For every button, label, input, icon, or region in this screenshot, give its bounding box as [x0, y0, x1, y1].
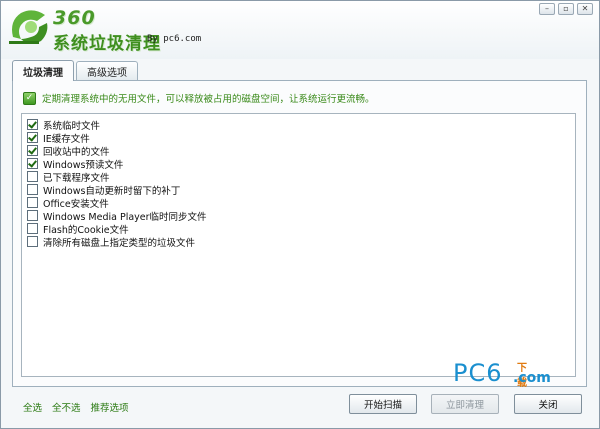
item-label: 清除所有磁盘上指定类型的垃圾文件 [43, 237, 196, 249]
checkbox[interactable] [27, 184, 38, 195]
list-item[interactable]: 已下载程序文件 [22, 170, 575, 184]
list-item[interactable]: Office安装文件 [22, 196, 575, 210]
app-window: 360 系统垃圾清理 By pc6.com – ▫ ✕ 垃圾清理 高级选项 ✓ … [0, 0, 600, 429]
main-panel: ✓ 定期清理系统中的无用文件，可以释放被占用的磁盘空间，让系统运行更流畅。 系统… [12, 80, 587, 387]
by-credit: By pc6.com [147, 34, 202, 44]
tab-advanced-options[interactable]: 高级选项 [76, 61, 138, 80]
item-label: IE缓存文件 [43, 133, 90, 145]
checkbox[interactable] [27, 119, 38, 130]
watermark-com: .com [513, 370, 551, 386]
checkbox[interactable] [27, 197, 38, 208]
select-none-link[interactable]: 全不选 [52, 400, 81, 414]
restore-button[interactable]: ▫ [558, 3, 574, 15]
brand-360: 360 [53, 7, 96, 29]
checkbox[interactable] [27, 236, 38, 247]
list-item[interactable]: Windows自动更新时留下的补丁 [22, 183, 575, 197]
minimize-icon: – [545, 4, 549, 13]
list-item[interactable]: Windows预读文件 [22, 157, 575, 171]
item-label: 回收站中的文件 [43, 146, 110, 158]
logo-icon [9, 10, 48, 44]
restore-icon: ▫ [563, 4, 569, 13]
checkbox[interactable] [27, 171, 38, 182]
list-item[interactable]: Windows Media Player临时同步文件 [22, 209, 575, 223]
start-scan-button[interactable]: 开始扫描 [349, 394, 417, 414]
item-label: Windows Media Player临时同步文件 [43, 211, 207, 223]
clean-now-button[interactable]: 立即清理 [431, 394, 499, 414]
item-label: 系统临时文件 [43, 120, 101, 132]
item-label: Windows自动更新时留下的补丁 [43, 185, 181, 197]
item-label: Flash的Cookie文件 [43, 224, 129, 236]
tab-junk-clean[interactable]: 垃圾清理 [12, 60, 74, 81]
app-title: 系统垃圾清理 [53, 34, 161, 54]
item-label: 已下载程序文件 [43, 172, 110, 184]
item-label: Windows预读文件 [43, 159, 124, 171]
check-icon: ✓ [23, 91, 36, 105]
list-item[interactable]: 清除所有磁盘上指定类型的垃圾文件 [22, 235, 575, 249]
hint-row: ✓ 定期清理系统中的无用文件，可以释放被占用的磁盘空间，让系统运行更流畅。 [23, 91, 375, 105]
hint-text: 定期清理系统中的无用文件，可以释放被占用的磁盘空间，让系统运行更流畅。 [42, 94, 375, 105]
list-item[interactable]: Flash的Cookie文件 [22, 222, 575, 236]
checkbox[interactable] [27, 210, 38, 221]
item-label: Office安装文件 [43, 198, 109, 210]
list-item[interactable]: 系统临时文件 [22, 118, 575, 132]
watermark-pc: PC6 [453, 359, 503, 387]
tab-bar: 垃圾清理 高级选项 [12, 60, 140, 81]
checkbox[interactable] [27, 158, 38, 169]
header: 360 系统垃圾清理 By pc6.com – ▫ ✕ [1, 1, 599, 59]
selection-links: 全选 全不选 推荐选项 [23, 400, 129, 414]
list-item[interactable]: 回收站中的文件 [22, 144, 575, 158]
select-all-link[interactable]: 全选 [23, 400, 42, 414]
recommended-link[interactable]: 推荐选项 [91, 400, 129, 414]
checkbox[interactable] [27, 223, 38, 234]
close-icon: ✕ [581, 4, 589, 13]
close-button[interactable]: 关闭 [514, 394, 582, 414]
checkbox[interactable] [27, 132, 38, 143]
checkbox[interactable] [27, 145, 38, 156]
junk-item-list: 系统临时文件 IE缓存文件 回收站中的文件 Windows预读文件 已下载程序文… [21, 113, 576, 377]
window-controls: – ▫ ✕ [539, 3, 593, 15]
minimize-button[interactable]: – [539, 3, 555, 15]
list-item[interactable]: IE缓存文件 [22, 131, 575, 145]
close-window-button[interactable]: ✕ [577, 3, 593, 15]
